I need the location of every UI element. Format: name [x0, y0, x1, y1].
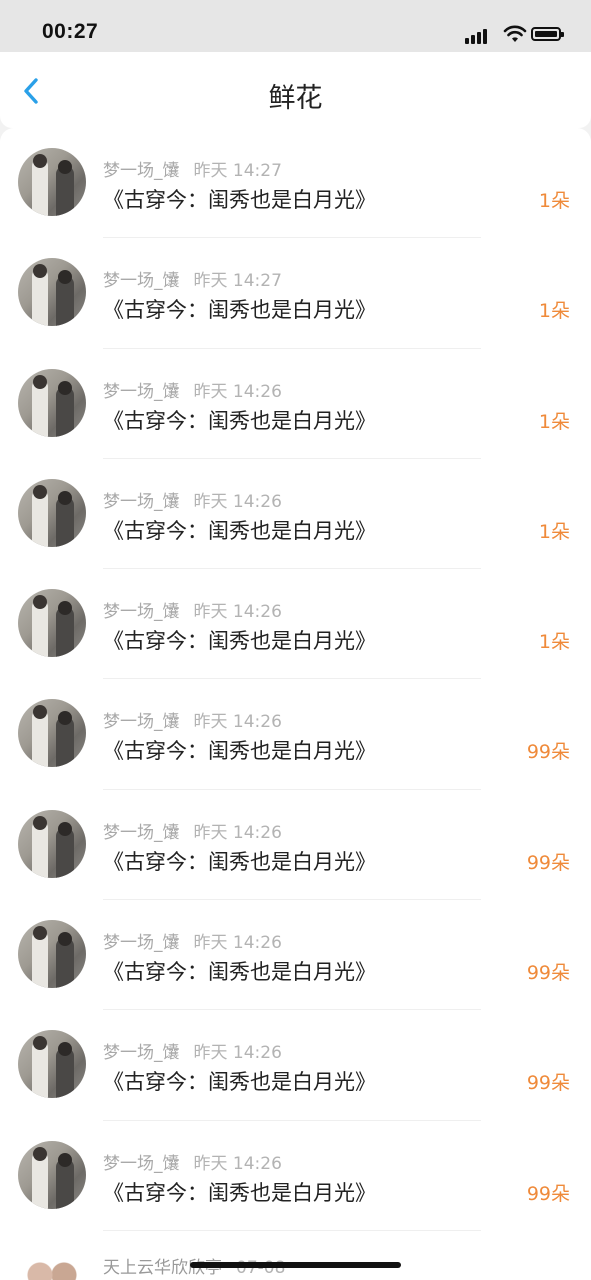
list-item[interactable]: 梦一场_馕 昨天 14:26 《古穿今：闺秀也是白月光》 99朵: [0, 1010, 591, 1121]
page-title: 鲜花: [268, 83, 323, 114]
book-title: 《古穿今：闺秀也是白月光》: [103, 298, 376, 323]
user-name: 梦一场_馕: [103, 602, 180, 623]
book-title: 《古穿今：闺秀也是白月光》: [103, 629, 376, 654]
book-title: 《古穿今：闺秀也是白月光》: [103, 1070, 376, 1095]
record-time: 昨天 14:26: [193, 602, 282, 623]
avatar: [18, 920, 86, 989]
book-title: 《古穿今：闺秀也是白月光》: [103, 408, 376, 433]
record-time: 昨天 14:26: [193, 933, 282, 954]
list-item[interactable]: 梦一场_馕 昨天 14:26 《古穿今：闺秀也是白月光》 1朵: [0, 459, 591, 570]
avatar: [22, 1250, 82, 1280]
flower-count: 1朵: [538, 300, 570, 323]
flower-record-list: 梦一场_馕 昨天 14:27 《古穿今：闺秀也是白月光》 1朵 梦一场_馕 昨天 1…: [0, 128, 591, 1280]
flower-count: 1朵: [538, 410, 570, 433]
user-name: 梦一场_馕: [103, 1043, 180, 1064]
avatar: [18, 809, 86, 878]
flower-count: 1朵: [538, 520, 570, 543]
book-title: 《古穿今：闺秀也是白月光》: [103, 188, 376, 212]
book-title: 《古穿今：闺秀也是白月光》: [103, 960, 376, 985]
user-name: 梦一场_馕: [103, 491, 180, 512]
list-item[interactable]: 梦一场_馕 昨天 14:26 《古穿今：闺秀也是白月光》 99朵: [0, 900, 591, 1011]
book-title: 《古穿今：闺秀也是白月光》: [103, 1180, 376, 1205]
book-title: 《古穿今：闺秀也是白月光》: [103, 849, 376, 874]
flower-count: 99朵: [526, 1182, 570, 1205]
avatar: [18, 148, 86, 216]
record-time: 昨天 14:26: [193, 1043, 282, 1064]
list-item[interactable]: 梦一场_馕 昨天 14:26 《古穿今：闺秀也是白月光》 1朵: [0, 569, 591, 680]
book-title: 《古穿今：闺秀也是白月光》: [103, 518, 376, 543]
avatar: [18, 699, 86, 768]
avatar: [18, 589, 86, 658]
list-item[interactable]: 天上云华欣欣亭07-08: [0, 1231, 591, 1280]
user-name: 梦一场_馕: [103, 381, 180, 402]
record-time: 昨天 14:26: [193, 712, 282, 733]
record-time: 昨天 14:27: [193, 271, 282, 292]
battery-icon: [531, 27, 564, 41]
list-item[interactable]: 梦一场_馕 昨天 14:26 《古穿今：闺秀也是白月光》 99朵: [0, 1121, 591, 1231]
avatar: [18, 258, 86, 327]
record-time: 昨天 14:26: [193, 381, 282, 402]
user-name: 梦一场_馕: [103, 712, 180, 733]
user-name: 梦一场_馕: [103, 1153, 180, 1174]
flower-count: 1朵: [538, 631, 570, 654]
avatar: [18, 1140, 86, 1209]
home-indicator: [190, 1262, 401, 1268]
list-item[interactable]: 梦一场_馕 昨天 14:27 《古穿今：闺秀也是白月光》 1朵: [0, 128, 591, 239]
avatar: [18, 1030, 86, 1099]
avatar: [18, 478, 86, 547]
flower-count: 1朵: [538, 190, 570, 212]
record-time: 昨天 14:26: [193, 491, 282, 512]
user-name: 梦一场_馕: [103, 933, 180, 954]
signal-icon: [465, 28, 493, 44]
user-name: 梦一场_馕: [103, 822, 180, 843]
status-bar: 00:27: [0, 0, 591, 52]
list-item[interactable]: 梦一场_馕 昨天 14:26 《古穿今：闺秀也是白月光》 99朵: [0, 679, 591, 790]
flower-count: 99朵: [526, 741, 570, 764]
user-name: 梦一场_馕: [103, 271, 180, 292]
flower-count: 99朵: [526, 1072, 570, 1095]
user-name: 梦一场_馕: [103, 161, 180, 181]
flower-count: 99朵: [526, 851, 570, 874]
wifi-icon: [503, 25, 527, 42]
book-title: 《古穿今：闺秀也是白月光》: [103, 739, 376, 764]
nav-bar: 鲜花: [0, 52, 591, 128]
record-time: 昨天 14:27: [193, 161, 282, 181]
flower-count: 99朵: [526, 962, 570, 985]
list-item[interactable]: 梦一场_馕 昨天 14:26 《古穿今：闺秀也是白月光》 99朵: [0, 790, 591, 901]
list-item[interactable]: 梦一场_馕 昨天 14:26 《古穿今：闺秀也是白月光》 1朵: [0, 349, 591, 459]
avatar: [18, 368, 86, 437]
record-time: 昨天 14:26: [193, 822, 282, 843]
list-item[interactable]: 梦一场_馕 昨天 14:27 《古穿今：闺秀也是白月光》 1朵: [0, 238, 591, 349]
record-time: 昨天 14:26: [193, 1153, 282, 1174]
status-time: 00:27: [42, 20, 99, 43]
